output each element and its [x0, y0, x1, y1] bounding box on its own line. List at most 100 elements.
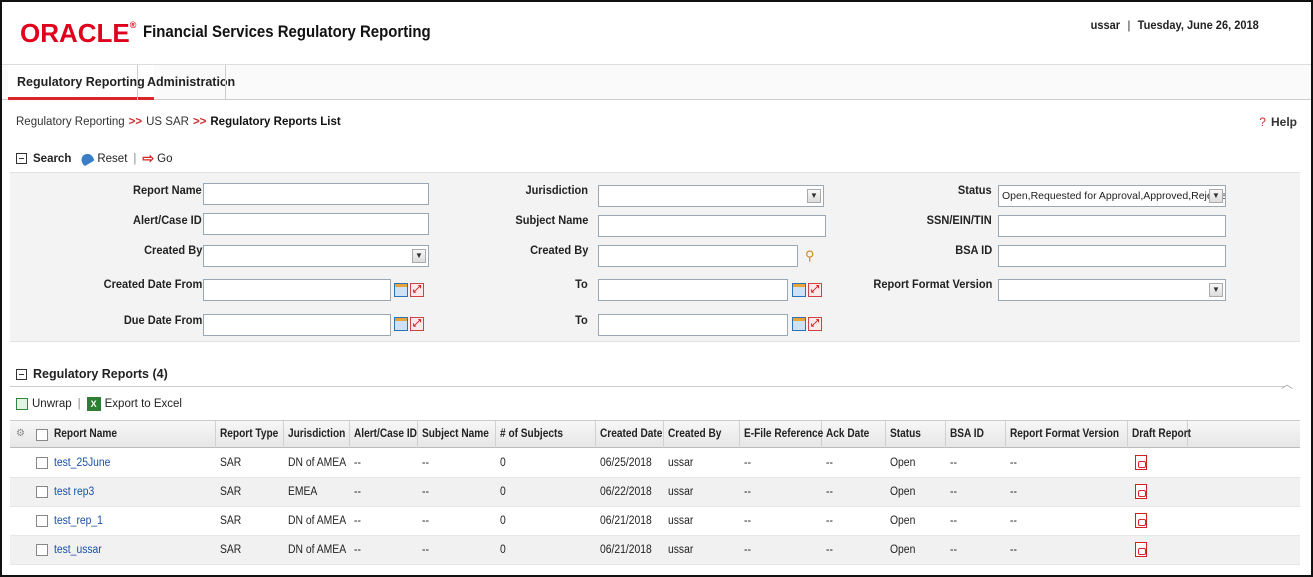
go-button[interactable]: Go: [157, 153, 172, 165]
search-toggle[interactable]: Search: [33, 153, 71, 165]
jurisdiction-cell: EMEA: [288, 486, 318, 498]
created-by-input[interactable]: [598, 245, 798, 267]
col-subject-name[interactable]: Subject Name: [418, 421, 496, 448]
alert-cell: --: [354, 457, 361, 469]
col-report-name[interactable]: Report Name: [50, 421, 216, 448]
chevron-up-icon[interactable]: ︿: [1281, 375, 1293, 392]
status-cell: Open: [890, 544, 916, 556]
help-link[interactable]: ? Help: [1259, 115, 1297, 129]
search-icon[interactable]: ⚲: [805, 249, 819, 263]
export-to-excel-button[interactable]: Export to Excel: [105, 398, 182, 410]
table-row[interactable]: test_ussar SAR DN of AMEA -- -- 0 06/21/…: [10, 536, 1300, 565]
ssn-input[interactable]: [998, 215, 1226, 237]
reports-title[interactable]: Regulatory Reports (4): [33, 367, 168, 381]
clear-date-icon[interactable]: ⤢: [808, 283, 822, 297]
clear-date-icon[interactable]: ⤢: [410, 317, 424, 331]
report-format-version-select[interactable]: ▼: [998, 279, 1226, 301]
to-label-2: To: [575, 313, 588, 327]
created-date-from-input[interactable]: [203, 279, 391, 301]
select-all-checkbox[interactable]: [36, 429, 48, 441]
table-row[interactable]: test rep3 SAR EMEA -- -- 0 06/22/2018 us…: [10, 478, 1300, 507]
col-status[interactable]: Status: [886, 421, 946, 448]
calendar-icon[interactable]: [792, 317, 806, 331]
col-created-date[interactable]: Created Date: [596, 421, 664, 448]
breadcrumb-regulatory-reporting[interactable]: Regulatory Reporting: [16, 116, 125, 128]
bsa-id-cell: --: [950, 515, 957, 527]
pdf-icon[interactable]: [1135, 455, 1147, 470]
report-name-link[interactable]: test_rep_1: [54, 507, 108, 535]
created-date-cell: 06/21/2018: [600, 544, 652, 556]
table-row[interactable]: test_rep_1 SAR DN of AMEA -- -- 0 06/21/…: [10, 507, 1300, 536]
row-checkbox[interactable]: [36, 515, 48, 527]
app-window: ORACLE® Financial Services Regulatory Re…: [0, 0, 1313, 577]
created-by-cell: ussar: [668, 544, 694, 556]
chevron-down-icon: ▼: [1209, 283, 1223, 297]
calendar-icon[interactable]: [394, 317, 408, 331]
status-cell: Open: [890, 515, 916, 527]
jurisdiction-cell: DN of AMEA: [288, 515, 347, 527]
col-num-subjects[interactable]: # of Subjects: [496, 421, 596, 448]
clear-date-icon[interactable]: ⤢: [808, 317, 822, 331]
jurisdiction-select[interactable]: ▼: [598, 185, 824, 207]
column-settings-icon[interactable]: ⚙: [16, 428, 30, 440]
col-bsa-id[interactable]: BSA ID: [946, 421, 1006, 448]
col-alert-case-id[interactable]: Alert/Case ID: [350, 421, 418, 448]
collapse-icon[interactable]: [16, 368, 27, 380]
pdf-icon[interactable]: [1135, 484, 1147, 499]
created-date-to-input[interactable]: [598, 279, 788, 301]
report-name-link[interactable]: test_25June: [54, 449, 117, 477]
due-date-from-input[interactable]: [203, 314, 391, 336]
status-select[interactable]: Open,Requested for Approval,Approved,Rej…: [998, 185, 1226, 207]
bsa-id-cell: --: [950, 486, 957, 498]
bsa-id-input[interactable]: [998, 245, 1226, 267]
subject-name-input[interactable]: [598, 215, 826, 237]
col-report-type[interactable]: Report Type: [216, 421, 284, 448]
col-ack-date[interactable]: Ack Date: [822, 421, 886, 448]
help-icon: ?: [1259, 115, 1266, 129]
calendar-icon[interactable]: [792, 283, 806, 297]
col-created-by[interactable]: Created By: [664, 421, 740, 448]
excel-icon: X: [86, 397, 101, 411]
report-name-link[interactable]: test rep3: [54, 478, 99, 506]
created-date-from-label: Created Date From: [103, 277, 202, 291]
created-by-cell: ussar: [668, 457, 694, 469]
report-name-link[interactable]: test_ussar: [54, 536, 107, 564]
format-version-cell: --: [1010, 515, 1017, 527]
report-name-input[interactable]: [203, 183, 429, 205]
pdf-icon[interactable]: [1135, 542, 1147, 557]
col-report-format-version[interactable]: Report Format Version: [1006, 421, 1128, 448]
pdf-icon[interactable]: [1135, 513, 1147, 528]
alert-cell: --: [354, 515, 361, 527]
row-checkbox[interactable]: [36, 457, 48, 469]
table-row[interactable]: test_25June SAR DN of AMEA -- -- 0 06/25…: [10, 449, 1300, 478]
efile-cell: --: [744, 457, 751, 469]
calendar-icon[interactable]: [394, 283, 408, 297]
col-jurisdiction[interactable]: Jurisdiction: [284, 421, 350, 448]
collapse-icon[interactable]: [16, 153, 27, 164]
subject-cell: --: [422, 457, 429, 469]
ack-date-cell: --: [826, 486, 833, 498]
num-subjects-cell: 0: [500, 486, 506, 498]
tab-divider: [225, 65, 226, 100]
created-by-select[interactable]: ▼: [203, 245, 429, 267]
unwrap-button[interactable]: Unwrap: [32, 398, 72, 410]
subject-name-label: Subject Name: [514, 213, 588, 227]
row-checkbox[interactable]: [36, 544, 48, 556]
alert-case-id-input[interactable]: [203, 213, 429, 235]
bsa-id-cell: --: [950, 544, 957, 556]
col-draft-report[interactable]: Draft Report: [1128, 421, 1191, 448]
ack-date-cell: --: [826, 515, 833, 527]
subject-cell: --: [422, 515, 429, 527]
tab-regulatory-reporting[interactable]: Regulatory Reporting: [8, 65, 154, 100]
unwrap-icon: [16, 398, 28, 410]
clear-date-icon[interactable]: ⤢: [410, 283, 424, 297]
reports-toolbar: Unwrap | X Export to Excel: [16, 397, 182, 411]
due-date-to-input[interactable]: [598, 314, 788, 336]
subject-cell: --: [422, 486, 429, 498]
breadcrumb-us-sar[interactable]: US SAR: [146, 116, 189, 128]
col-efile-reference[interactable]: E-File Reference: [740, 421, 823, 448]
reset-button[interactable]: Reset: [97, 153, 127, 165]
tab-administration[interactable]: Administration: [138, 65, 244, 100]
to-label: To: [575, 277, 588, 291]
row-checkbox[interactable]: [36, 486, 48, 498]
